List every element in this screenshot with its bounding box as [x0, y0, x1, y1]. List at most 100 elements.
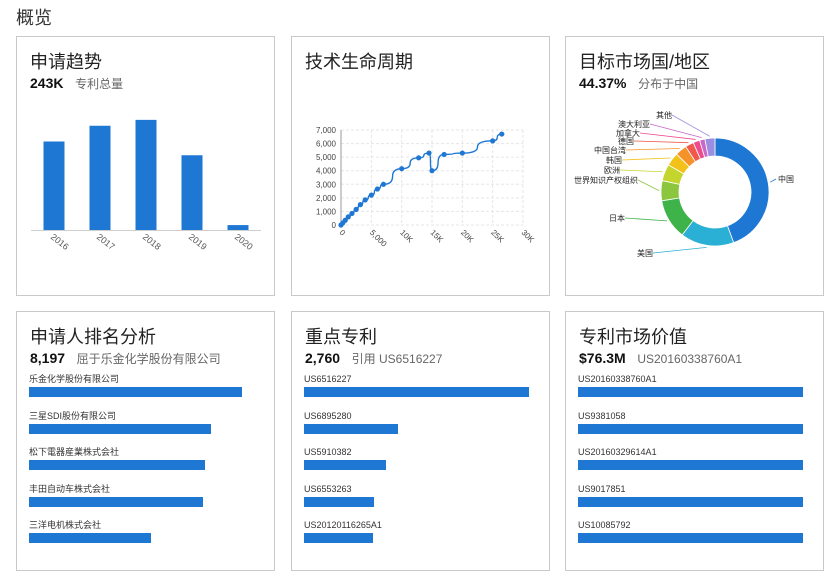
lifecycle-point-9 — [374, 186, 380, 192]
lifecycle-point-11 — [399, 166, 405, 172]
bar-label: US6553263 — [304, 483, 352, 494]
lifecycle-point-5 — [353, 206, 359, 212]
lifecycle-point-13 — [426, 150, 432, 156]
applicants-card[interactable]: 申请人排名分析 8,197 屈于乐金化学股份有限公司 乐金化学股份有限公司三星S… — [16, 311, 275, 571]
bar-label: 松下電器産業株式会社 — [29, 447, 120, 457]
bar-label: 乐金化学股份有限公司 — [29, 374, 120, 384]
lifecycle-y-tick: 5,000 — [316, 153, 337, 162]
bar-row[interactable]: US6895280 — [304, 411, 539, 448]
applicants-count: 8,197 — [30, 350, 66, 366]
bar-row[interactable]: 三洋电机株式会社 — [29, 520, 264, 557]
bar-fill — [29, 533, 151, 543]
bar-fill — [578, 460, 803, 470]
bar-fill — [29, 387, 242, 397]
bar-row[interactable]: US20160329614A1 — [578, 447, 813, 484]
market-label-6: 中国台湾 — [594, 145, 626, 155]
bar-fill — [304, 387, 529, 397]
bar-row[interactable]: US9017851 — [578, 484, 813, 521]
lifecycle-y-tick: 3,000 — [316, 180, 337, 189]
bar-fill — [578, 423, 803, 434]
bar-label: US10085792 — [578, 520, 631, 530]
bar-fill — [29, 423, 211, 434]
value-amount: $76.3M — [579, 350, 626, 366]
lifecycle-x-tick: 0 — [338, 228, 348, 238]
lifecycle-x-tick: 15K — [429, 228, 446, 245]
market-label-3: 世界知识产权组织 — [574, 175, 638, 185]
lifecycle-point-6 — [357, 202, 364, 208]
trend-tick-2020: 2020 — [233, 232, 255, 252]
value-title: 专利市场价值 — [579, 327, 687, 347]
trend-tick-2019: 2019 — [187, 232, 209, 252]
market-card[interactable]: 目标市场国/地区 44.37% 分布于中国 中国 美国 日本 世界知识产权组织 欧洲 韩国… — [565, 36, 824, 296]
bar-fill — [578, 533, 803, 543]
bar-row[interactable]: US20160338760A1 — [578, 374, 813, 411]
bar-row[interactable]: US10085792 — [578, 520, 813, 557]
bar-fill — [578, 387, 803, 397]
value-caption: US20160338760A1 — [637, 352, 743, 366]
key-patents-caption: 引用 US6516227 — [351, 352, 443, 366]
value-card[interactable]: 专利市场价值 $76.3M US20160338760A1 US20160338… — [565, 311, 824, 571]
bar-row[interactable]: 松下電器産業株式会社 — [29, 447, 264, 484]
applicants-summary: 8,197 屈于乐金化学股份有限公司 — [30, 350, 221, 367]
trend-bar-2019 — [181, 155, 203, 230]
market-label-0: 中国 — [778, 174, 794, 184]
applicants-caption: 屈于乐金化学股份有限公司 — [76, 352, 221, 366]
market-label-9: 澳大利亚 — [618, 119, 650, 129]
bar-row[interactable]: 三星SDI股份有限公司 — [29, 411, 264, 448]
market-leader-0 — [769, 178, 777, 183]
trend-tick-2017: 2017 — [95, 232, 117, 252]
market-leader-5 — [621, 157, 671, 161]
lifecycle-x-tick: 20K — [459, 228, 476, 245]
key-patents-bar-list: US6516227 US6895280 US5910382 US6553263 US20… — [304, 374, 539, 557]
lifecycle-card[interactable]: 技术生命周期 0 1,000 2,000 3,000 4,000 5,000 6,000 7,… — [291, 36, 550, 296]
lifecycle-y-tick: 0 — [332, 221, 337, 230]
lifecycle-x-tick: 30K — [520, 228, 537, 245]
bar-label: US20120116265A1 — [304, 520, 382, 530]
bar-fill — [29, 496, 203, 507]
lifecycle-y-tick: 1,000 — [316, 207, 337, 216]
trend-bar-chart: 2016 2017 2018 2019 2020 — [31, 119, 261, 252]
bar-row[interactable]: US6516227 — [304, 374, 539, 411]
bar-label: 丰田自动车株式会社 — [29, 483, 111, 494]
bar-fill — [29, 460, 205, 470]
trend-tick-2016: 2016 — [49, 232, 71, 252]
bar-fill — [304, 533, 373, 543]
bar-row[interactable]: US20120116265A1 — [304, 520, 539, 557]
bar-label: US6516227 — [304, 374, 352, 384]
applicants-bar-list: 乐金化学股份有限公司三星SDI股份有限公司 松下電器産業株式会社 丰田自动车株式会社… — [29, 374, 264, 557]
key-patents-summary: 2,760 引用 US6516227 — [305, 350, 442, 367]
lifecycle-point-8 — [368, 192, 374, 198]
applicants-title: 申请人排名分析 — [30, 327, 156, 347]
bar-label: 三洋电机株式会社 — [29, 520, 102, 530]
market-label-1: 美国 — [637, 248, 653, 258]
lifecycle-y-tick: 7,000 — [316, 126, 337, 135]
lifecycle-x-tick: 10K — [398, 228, 415, 245]
bar-row[interactable]: 丰田自动车株式会社 — [29, 484, 264, 521]
bar-fill — [578, 496, 803, 507]
market-label-10: 其他 — [656, 110, 672, 120]
market-label-4: 欧洲 — [604, 165, 620, 175]
bar-row[interactable]: US5910382 — [304, 447, 539, 484]
market-label-8: 加拿大 — [616, 128, 640, 138]
market-leader-3 — [637, 179, 660, 191]
bar-label: US9381058 — [578, 410, 626, 421]
lifecycle-point-12 — [416, 155, 422, 161]
lifecycle-line-chart: 0 1,000 2,000 3,000 4,000 5,000 6,000 7,000 0 5,0… — [316, 126, 537, 249]
lifecycle-point-16 — [459, 150, 465, 156]
bar-label: US20160329614A1 — [578, 447, 657, 457]
key-patents-card[interactable]: 重点专利 2,760 引用 US6516227 US6516227 US68952… — [291, 311, 550, 571]
trend-card[interactable]: 申请趋势 243K 专利总量 2016 2017 2018 2019 2020 — [16, 36, 275, 296]
lifecycle-point-10 — [380, 181, 387, 187]
page-title: 概览 — [16, 8, 52, 28]
bar-row[interactable]: 乐金化学股份有限公司 — [29, 374, 264, 411]
bar-fill — [304, 423, 398, 434]
trend-bar-2018 — [135, 119, 157, 230]
bar-label: US20160338760A1 — [578, 374, 657, 384]
bar-row[interactable]: US6553263 — [304, 484, 539, 521]
trend-bar-2016 — [43, 141, 65, 230]
bar-row[interactable]: US9381058 — [578, 411, 813, 448]
market-leader-7 — [633, 140, 689, 144]
bar-fill — [304, 460, 386, 470]
lifecycle-y-tick: 2,000 — [316, 194, 337, 203]
lifecycle-point-4 — [349, 210, 355, 217]
